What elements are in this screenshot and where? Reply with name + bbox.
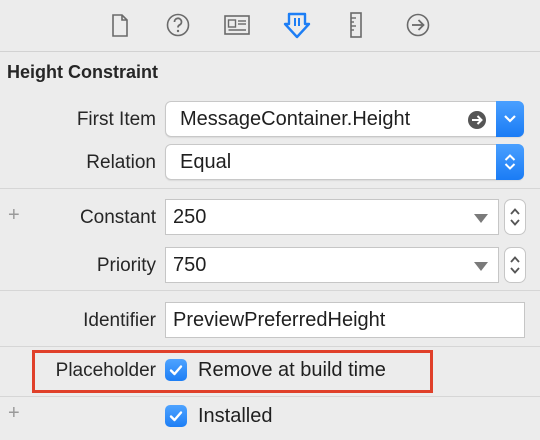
checkmark-icon (169, 365, 183, 376)
constant-value: 250 (173, 206, 207, 228)
priority-stepper[interactable] (504, 247, 526, 283)
file-icon[interactable] (104, 10, 134, 40)
constant-combo[interactable]: 250 (165, 199, 499, 235)
constant-stepper[interactable] (504, 199, 526, 235)
add-variation-icon[interactable]: + (8, 204, 20, 227)
first-item-popup[interactable]: MessageContainer.Height (165, 101, 524, 137)
help-icon[interactable] (163, 10, 193, 40)
installed-label[interactable]: Installed (198, 405, 273, 428)
size-icon[interactable] (341, 10, 371, 40)
relation-stepper-button[interactable] (496, 144, 524, 180)
placeholder-label: Placeholder (55, 360, 156, 381)
section-title: Height Constraint (7, 62, 158, 82)
first-item-dropdown-button[interactable] (496, 101, 524, 137)
identifier-field[interactable] (165, 302, 525, 338)
identifier-input[interactable] (166, 303, 524, 337)
relation-popup[interactable]: Equal (165, 144, 524, 180)
divider (0, 188, 540, 189)
relation-label: Relation (86, 152, 156, 173)
chevron-down-icon (504, 115, 516, 123)
remove-at-build-time-label[interactable]: Remove at build time (198, 359, 386, 382)
remove-at-build-time-checkbox[interactable] (165, 359, 187, 381)
divider (0, 290, 540, 291)
inspector-toolbar (0, 0, 540, 52)
checkmark-icon (169, 411, 183, 422)
divider (0, 396, 540, 397)
constant-label: Constant (79, 207, 156, 228)
go-to-arrow-icon[interactable] (467, 110, 487, 130)
first-item-value: MessageContainer.Height (180, 108, 411, 130)
stepper-arrows-icon (510, 256, 520, 274)
stepper-arrows-icon (510, 208, 520, 226)
first-item-label: First Item (76, 109, 156, 130)
add-variation-icon[interactable]: + (8, 402, 20, 425)
priority-combo[interactable]: 750 (165, 247, 499, 283)
connections-icon[interactable] (403, 10, 433, 40)
priority-value: 750 (173, 254, 207, 276)
dropdown-triangle-icon[interactable] (474, 262, 488, 271)
identity-icon[interactable] (222, 10, 252, 40)
attributes-inspector: Height Constraint First Item MessageCont… (0, 0, 540, 440)
dropdown-triangle-icon[interactable] (474, 214, 488, 223)
identifier-label: Identifier (83, 310, 156, 331)
priority-label: Priority (96, 255, 156, 276)
installed-checkbox[interactable] (165, 405, 187, 427)
relation-value: Equal (180, 151, 232, 173)
attributes-icon[interactable] (282, 10, 312, 40)
divider (0, 346, 540, 347)
up-down-chevron-icon (504, 154, 516, 170)
